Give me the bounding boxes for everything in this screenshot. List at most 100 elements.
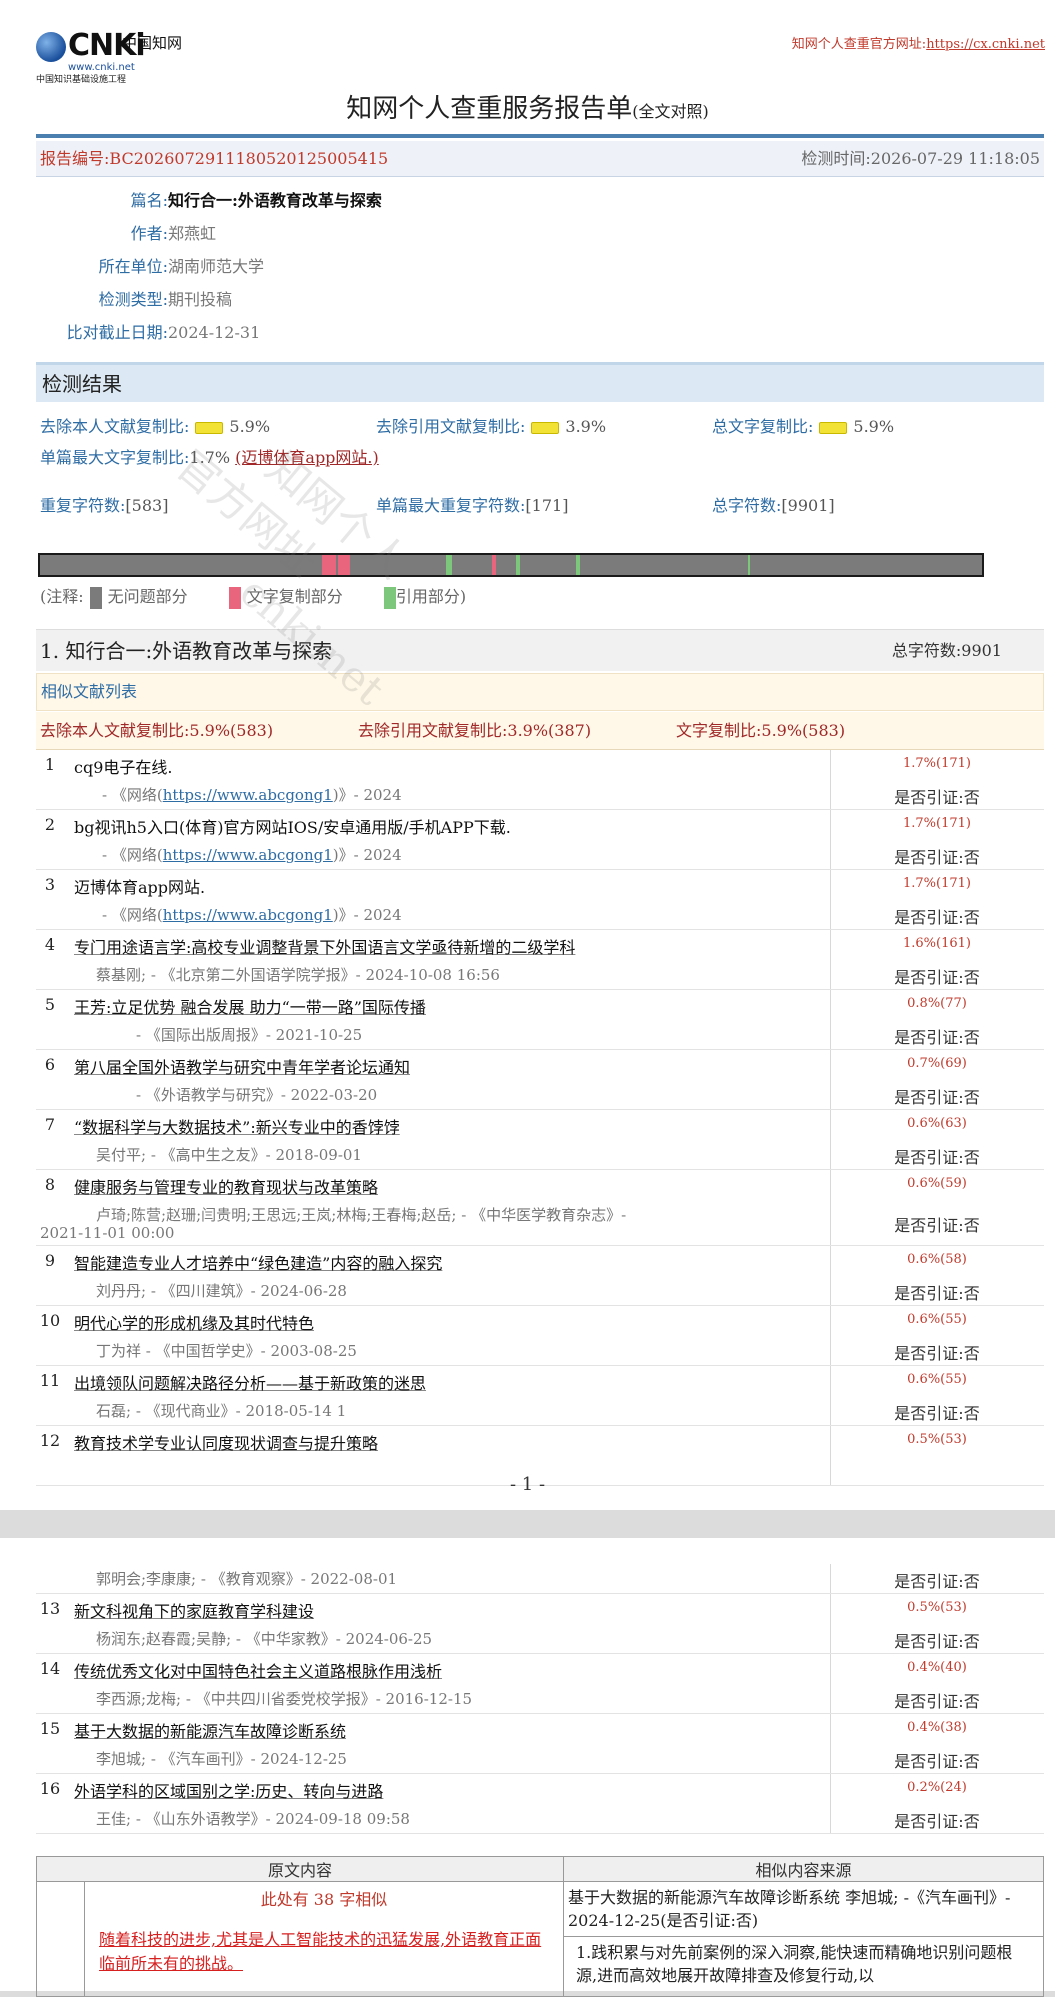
item-meta: - 《网络(https://www.abcgong1)》- 2024 [102,906,402,924]
item-meta: - 《网络(https://www.abcgong1)》- 2024 [102,846,402,864]
comparison-table: 原文内容 相似内容来源 此处有 38 字相似 随着科技的进步,尤其是人工智能技术… [36,1856,1044,1997]
item-meta: 卢琦;陈营;赵珊;闫贵明;王思远;王岚;林梅;王春梅;赵岳; - 《中华医学教育… [96,1206,627,1224]
item-number: 8 [44,1175,56,1194]
item-cite-status: 是否引证:否 [894,908,980,927]
info-key: 检测类型: [98,290,168,309]
item-percent: 0.7%(69) [907,1056,967,1071]
item-percent: 0.8%(77) [907,996,967,1011]
item-number: 4 [44,935,56,954]
similar-item: 3 迈博体育app网站. 1.7%(171) - 《网络(https://www.ab… [36,870,1044,930]
item-number: 10 [39,1311,61,1330]
item-title-link[interactable]: 第八届全国外语教学与研究中青年学者论坛通知 [74,1054,410,1078]
item-source-link[interactable]: https://www.abcgong1 [163,786,333,804]
item-number: 12 [39,1431,61,1450]
item-cite-status: 是否引证:否 [894,1572,980,1591]
header-divider [36,134,1044,138]
item-source-link[interactable]: https://www.abcgong1 [163,906,333,924]
page-title: 知网个人查重服务报告单(全文对照) [346,94,709,124]
item-meta: 吴付平; - 《高中生之友》- 2018-09-01 [96,1146,362,1164]
stats-total-chars: 总字符数:[9901] [712,496,835,515]
bar-cite-segment [576,555,580,575]
item-number: 6 [44,1055,56,1074]
similar-item: 9 智能建造专业人才培养中“绿色建造”内容的融入探究 0.6%(58) 刘丹丹; - … [36,1246,1044,1306]
paper-info: 篇名: 知行合一:外语教育改革与探索 作者: 郑燕虹 所在单位: 湖南师范大学 检测类… [36,184,382,349]
item-title-link[interactable]: bg视讯h5入口(体育)官方网站IOS/安卓通用版/手机APP下载. [74,814,511,838]
item-percent: 0.5%(53) [907,1600,967,1615]
similar-item: 7 “数据科学与大数据技术”:新兴专业中的香饽饽 0.6%(63) 吴付平; - 《高… [36,1110,1044,1170]
item-title-link[interactable]: 基于大数据的新能源汽车故障诊断系统 [74,1718,346,1742]
stats-row-1: 去除本人文献复制比: 5.9% [40,417,271,436]
info-author: 郑燕虹 [168,224,217,243]
item-cite-status: 是否引证:否 [894,968,980,987]
report-bar: 报告编号:BC20260729111805201250054​15 检测时间:2… [36,141,1044,177]
item-percent: 0.5%(53) [907,1432,967,1447]
item-cite-status: 是否引证:否 [894,1692,980,1711]
item-number: 14 [39,1659,61,1678]
similar-list-continued: 郭明会;李康康; - 《教育观察》- 2022-08-01 是否引证:否 13 新文科… [36,1564,1044,1834]
item-title-link[interactable]: 出境领队问题解决路径分析——基于新政策的迷思 [74,1370,426,1394]
item-percent: 0.2%(24) [907,1780,967,1795]
item-title-link[interactable]: 传统优秀文化对中国特色社会主义道路根脉作用浅析 [74,1658,442,1682]
info-date: 2024-12-31 [168,323,261,342]
official-site: 知网个人查重官方网址:https://cx.cnki.net [792,33,1045,52]
item-percent: 0.6%(58) [907,1252,967,1267]
item-title-link[interactable]: 王芳:立足优势 融合发展 助力“一带一路”国际传播 [74,994,426,1018]
item-cite-status: 是否引证:否 [894,1148,980,1167]
stats-cite: 去除引用文献复制比: 3.9% [376,417,607,436]
item-title-link[interactable]: cq9电子在线. [74,754,172,778]
info-key: 比对截止日期: [66,323,168,342]
item-title-link[interactable]: “数据科学与大数据技术”:新兴专业中的香饽饽 [74,1114,400,1138]
item-title-link[interactable]: 新文科视角下的家庭教育学科建设 [74,1598,314,1622]
item-meta: 王佳; - 《山东外语教学》- 2024-09-18 09:58 [96,1810,410,1828]
item-title-link[interactable]: 专门用途语言学:高校专业调整背景下外国语言文学亟待新增的二级学科 [74,934,575,958]
item-meta: 杨润东;赵春霞;吴静; - 《中华家教》- 2024-06-25 [96,1630,433,1648]
item-meta: 蔡基刚; - 《北京第二外国语学院学报》- 2024-10-08 16:56 [96,966,500,984]
item-title-link[interactable]: 外语学科的区域国别之学:历史、转向与进路 [74,1778,383,1802]
item-title-link[interactable]: 迈博体育app网站. [74,874,205,898]
source-text: 1.践积累与对先前案例的深入洞察,能快速而精确地识别问题根源,进而高效地展开故障… [564,1936,1043,1987]
source-header: 基于大数据的新能源汽车故障诊断系统 李旭城; -《汽车画刊》- 2024-12-… [568,1888,1011,1930]
item-number: 3 [44,875,56,894]
bar-cite-segment [748,555,750,575]
item-title-link[interactable]: 智能建造专业人才培养中“绿色建造”内容的融入探究 [74,1250,442,1274]
similar-item: 4 专门用途语言学:高校专业调整背景下外国语言文学亟待新增的二级学科 1.6%(16… [36,930,1044,990]
logo-subtitle: 中国知识基础设施工程 [36,75,127,85]
item-percent: 0.4%(38) [907,1720,967,1735]
ratio-swatch [819,421,848,434]
item-number: 1 [44,755,56,774]
item-cite-status: 是否引证:否 [894,1812,980,1831]
legend-none-swatch [89,586,102,609]
item-meta: - 《国际出版周报》- 2021-10-25 [136,1026,363,1044]
item-cite-status: 是否引证:否 [894,1028,980,1047]
item-title-link[interactable]: 健康服务与管理专业的教育现状与改革策略 [74,1174,378,1198]
official-link[interactable]: https://cx.cnki.net [926,37,1045,52]
item-percent: 1.7%(171) [903,816,971,831]
stats-single-repeat: 单篇最大重复字符数:[171] [376,496,569,515]
item-title-link[interactable]: 明代心学的形成机缘及其时代特色 [74,1310,314,1334]
similar-item: 13 新文科视角下的家庭教育学科建设 0.5%(53) 杨润东;赵春霞;吴静; - 《… [36,1594,1044,1654]
item-source-link[interactable]: https://www.abcgong1 [163,846,333,864]
item-number: 13 [39,1599,61,1618]
item-cite-status: 是否引证:否 [894,1632,980,1651]
col-source: 相似内容来源 [563,1856,1044,1882]
official-label: 知网个人查重官方网址: [791,37,927,52]
item-percent: 1.7%(171) [903,876,971,891]
item-meta: 丁为祥 - 《中国哲学史》- 2003-08-25 [96,1342,357,1360]
info-unit: 湖南师范大学 [168,257,265,276]
item-number: 2 [44,815,56,834]
similar-item: 6 第八届全国外语教学与研究中青年学者论坛通知 0.7%(69) - 《外语教学与研究… [36,1050,1044,1110]
item-number: 5 [44,995,56,1014]
item-meta: 石磊; - 《现代商业》- 2018-05-14 1 [96,1402,347,1420]
title-suffix: (全文对照) [632,102,709,121]
page-number: - 1 - [509,1474,546,1495]
item-cite-status: 是否引证:否 [894,1344,980,1363]
item-cite-status: 是否引证:否 [894,1088,980,1107]
info-key: 作者: [130,224,168,243]
item-title-link[interactable]: 教育技术学专业认同度现状调查与提升策略 [74,1430,378,1454]
item-cite-status: 是否引证:否 [894,1404,980,1423]
item-percent: 0.6%(55) [907,1372,967,1387]
globe-icon [36,32,66,62]
item-meta-cont: 2021-11-01 00:00 [40,1224,175,1242]
item-cite-status: 是否引证:否 [894,1284,980,1303]
item-percent: 1.7%(171) [903,756,971,771]
